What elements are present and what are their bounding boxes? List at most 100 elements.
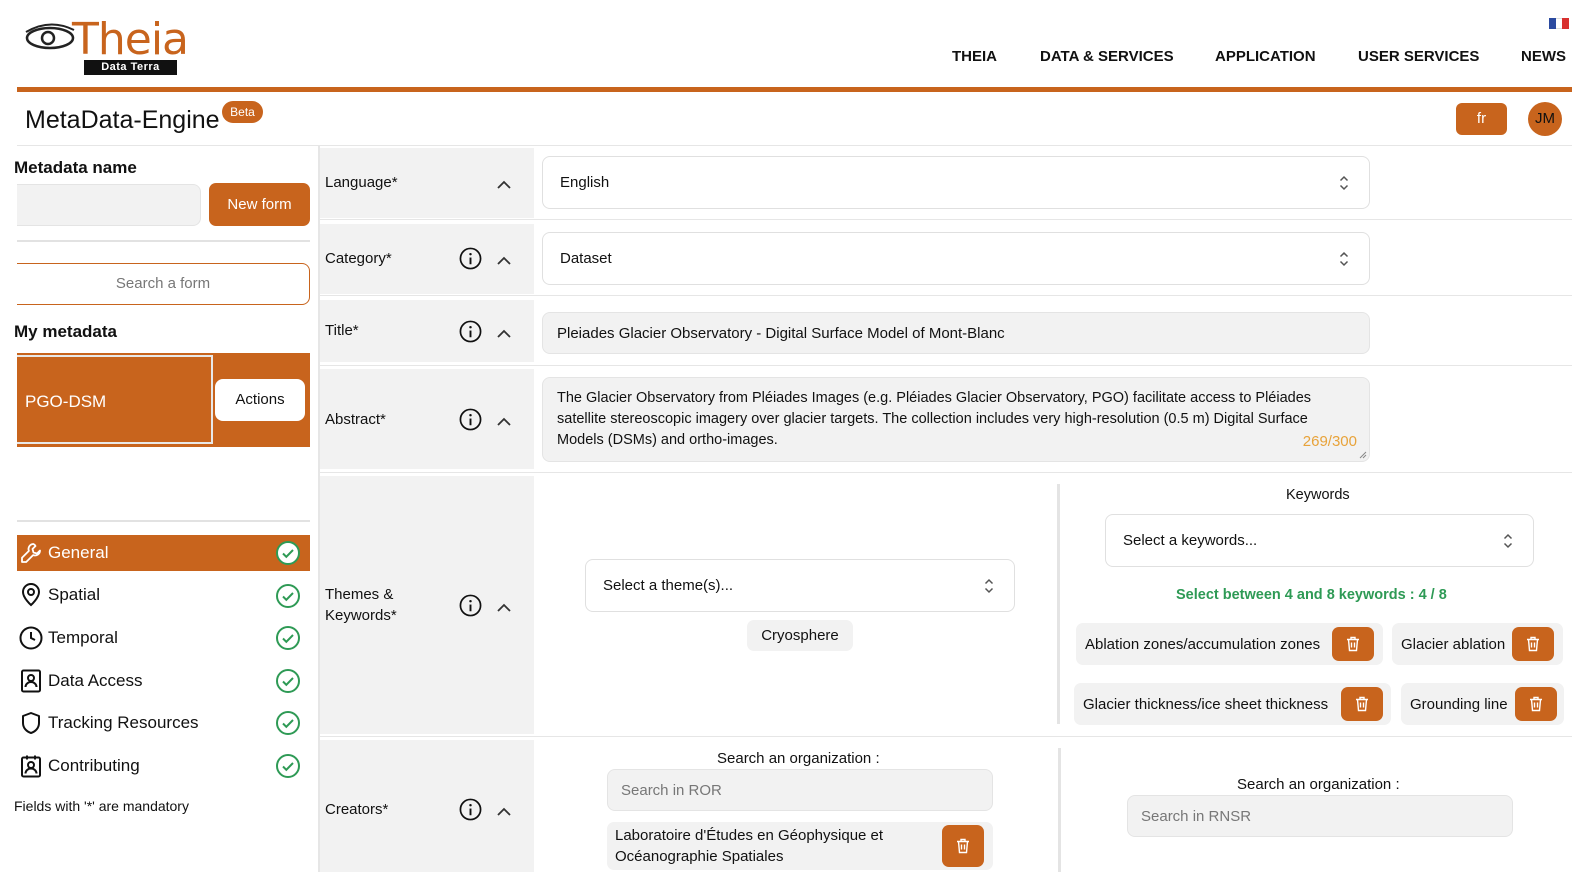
theme-select[interactable]: Select a theme(s)... — [585, 559, 1015, 612]
sidebar-item-contributing[interactable]: Contributing — [17, 748, 310, 784]
shield-icon — [17, 709, 45, 737]
abstract-textarea[interactable]: The Glacier Observatory from Pléiades Im… — [542, 377, 1370, 462]
creators-label: Creators* — [325, 801, 389, 818]
row-divider — [320, 736, 1572, 737]
info-icon[interactable] — [459, 594, 482, 617]
check-circle-icon — [276, 754, 300, 778]
nav-data-services[interactable]: DATA & SERVICES — [1040, 48, 1174, 65]
abstract-text: The Glacier Observatory from Pléiades Im… — [557, 390, 1312, 448]
ror-search-title: Search an organization : — [717, 750, 880, 767]
eye-logo-icon — [25, 23, 75, 50]
check-circle-icon — [276, 584, 300, 608]
title-label: Title* — [325, 322, 359, 339]
language-label: Language* — [325, 174, 398, 191]
trash-icon — [957, 838, 969, 854]
trash-icon — [1356, 696, 1368, 712]
check-circle-icon — [276, 626, 300, 650]
chevron-up-icon[interactable] — [496, 253, 512, 269]
avatar[interactable]: JM — [1528, 102, 1562, 136]
sidebar-item-general[interactable]: General — [17, 535, 310, 571]
actions-button[interactable]: Actions — [215, 379, 305, 421]
language-select[interactable]: English — [542, 156, 1370, 209]
category-label: Category* — [325, 250, 392, 267]
beta-badge: Beta — [222, 101, 263, 123]
row-divider — [320, 365, 1572, 366]
themes-label: Themes & Keywords* — [325, 586, 397, 624]
nav-user-services[interactable]: USER SERVICES — [1358, 48, 1479, 65]
keyword-label: Glacier thickness/ice sheet thickness — [1083, 695, 1329, 713]
sidebar-item-temporal[interactable]: Temporal — [17, 620, 310, 656]
my-metadata-label: My metadata — [14, 322, 117, 341]
select-caret-icon — [1339, 251, 1349, 266]
keywords-hint: Select between 4 and 8 keywords : 4 / 8 — [1176, 587, 1447, 603]
toolbar-divider — [17, 145, 1572, 146]
row-divider — [320, 219, 1572, 220]
select-caret-icon — [1503, 533, 1513, 548]
sidebar-item-tracking-resources[interactable]: Tracking Resources — [17, 705, 310, 741]
check-circle-icon — [276, 711, 300, 735]
language-switch-button[interactable]: fr — [1456, 103, 1507, 135]
ror-search-input[interactable]: Search in ROR — [607, 769, 993, 811]
nav-application[interactable]: APPLICATION — [1215, 48, 1316, 65]
theme-select-placeholder: Select a theme(s)... — [603, 577, 734, 594]
sidebar-divider — [17, 520, 310, 522]
chevron-up-icon[interactable] — [496, 177, 512, 193]
delete-keyword-button[interactable] — [1332, 627, 1374, 661]
rnsr-search-title: Search an organization : — [1237, 776, 1400, 793]
chevron-up-icon[interactable] — [496, 414, 512, 430]
sidebar-item-label: Spatial — [48, 585, 100, 604]
sidebar-item-label: Data Access — [48, 671, 143, 690]
info-icon[interactable] — [459, 408, 482, 431]
keyword-label: Grounding line — [1410, 695, 1508, 713]
check-circle-icon — [276, 669, 300, 693]
delete-keyword-button[interactable] — [1515, 687, 1557, 721]
keywords-select[interactable]: Select a keywords... — [1105, 514, 1534, 567]
select-caret-icon — [984, 578, 994, 593]
column-divider — [1058, 748, 1061, 872]
sidebar-divider — [17, 240, 310, 242]
row-divider — [320, 295, 1572, 296]
user-badge-icon — [17, 752, 45, 780]
chevron-up-icon[interactable] — [496, 326, 512, 342]
theme-tag[interactable]: Cryosphere — [747, 620, 853, 651]
nav-news[interactable]: NEWS — [1521, 48, 1566, 65]
french-flag-icon[interactable] — [1549, 18, 1570, 29]
metadata-name-input[interactable] — [17, 184, 201, 226]
category-select[interactable]: Dataset — [542, 232, 1370, 285]
metadata-card-title[interactable]: PGO-DSM — [17, 355, 213, 444]
sidebar-item-data-access[interactable]: Data Access — [17, 663, 310, 699]
chevron-up-icon[interactable] — [496, 600, 512, 616]
title-input[interactable]: Pleiades Glacier Observatory - Digital S… — [542, 312, 1370, 354]
new-form-button[interactable]: New form — [209, 183, 310, 226]
chevron-up-icon[interactable] — [496, 804, 512, 820]
keyword-label: Glacier ablation — [1401, 635, 1506, 653]
abstract-char-counter: 269/300 — [1302, 433, 1357, 450]
info-icon[interactable] — [459, 320, 482, 343]
logo-tag: Data Terra — [84, 60, 177, 75]
delete-organization-button[interactable] — [942, 825, 984, 867]
map-pin-icon — [17, 581, 45, 609]
delete-keyword-button[interactable] — [1512, 627, 1554, 661]
wrench-icon — [17, 539, 45, 567]
app-title: MetaData-Engine — [25, 106, 220, 134]
ror-selected-organization: Laboratoire d'Études en Géophysique et O… — [607, 822, 993, 870]
info-icon[interactable] — [459, 247, 482, 270]
clock-icon — [17, 624, 45, 652]
keyword-label: Ablation zones/accumulation zones — [1085, 635, 1321, 653]
abstract-label: Abstract* — [325, 411, 386, 428]
language-value: English — [560, 174, 610, 191]
header-divider — [17, 87, 1572, 92]
metadata-name-label: Metadata name — [14, 158, 137, 177]
sidebar-item-label: Tracking Resources — [48, 713, 199, 732]
category-value: Dataset — [560, 250, 612, 267]
nav-theia[interactable]: THEIA — [952, 48, 997, 65]
rnsr-search-input[interactable]: Search in RNSR — [1127, 795, 1513, 837]
sidebar-item-spatial[interactable]: Spatial — [17, 577, 310, 613]
column-divider — [1057, 484, 1060, 724]
info-icon[interactable] — [459, 798, 482, 821]
delete-keyword-button[interactable] — [1341, 687, 1383, 721]
organization-name: Laboratoire d'Études en Géophysique et O… — [615, 827, 884, 865]
select-caret-icon — [1339, 175, 1349, 190]
resize-handle-icon[interactable] — [1359, 451, 1367, 459]
search-form-input[interactable]: Search a form — [17, 263, 310, 305]
